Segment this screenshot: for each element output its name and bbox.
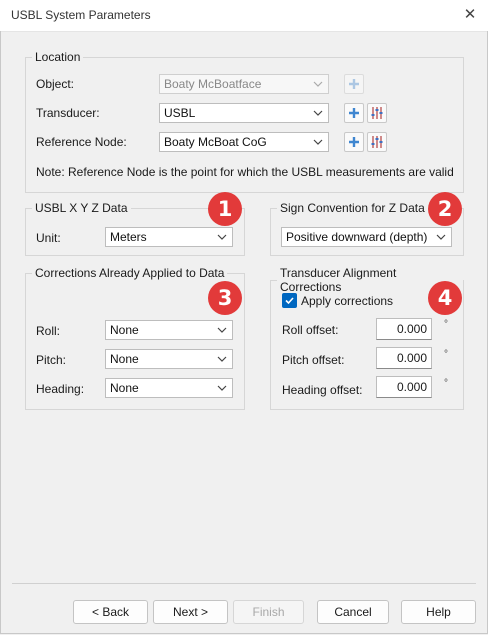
step-badge-1: 1	[208, 192, 242, 226]
heading-select[interactable]: None	[105, 378, 233, 398]
chevron-down-icon	[436, 234, 446, 240]
pitch-label: Pitch:	[36, 353, 67, 367]
back-button[interactable]: < Back	[73, 600, 148, 624]
sign-convention-value: Positive downward (depth)	[286, 230, 428, 244]
location-legend: Location	[35, 50, 81, 64]
footer-divider	[12, 583, 476, 584]
pitch-select-value: None	[110, 352, 139, 366]
object-select[interactable]: Boaty McBoatface	[159, 74, 329, 94]
heading-offset-label: Heading offset:	[282, 383, 363, 397]
step-badge-2: 2	[428, 192, 462, 226]
reference-note: Note: Reference Node is the point for wh…	[36, 165, 454, 179]
sliders-icon	[371, 136, 383, 148]
reference-node-settings-button[interactable]	[367, 132, 387, 152]
object-label: Object:	[36, 77, 75, 91]
unit-select-value: Meters	[110, 230, 147, 244]
title-bar: USBL System Parameters ✕	[0, 0, 488, 32]
heading-offset-input[interactable]: 0.000	[376, 376, 432, 398]
corrections-applied-legend: Corrections Already Applied to Data	[35, 266, 225, 280]
window-title: USBL System Parameters	[11, 8, 151, 22]
roll-offset-label: Roll offset:	[282, 323, 339, 337]
reference-node-select[interactable]: Boaty McBoat CoG	[159, 132, 329, 152]
reference-node-label: Reference Node:	[36, 135, 127, 149]
step-badge-3: 3	[208, 281, 242, 315]
apply-corrections-label[interactable]: Apply corrections	[301, 294, 393, 308]
next-button[interactable]: Next >	[153, 600, 228, 624]
roll-offset-unit: °	[444, 319, 448, 330]
chevron-down-icon	[217, 327, 227, 333]
step-badge-4: 4	[428, 281, 462, 315]
transducer-select-value: USBL	[164, 106, 196, 120]
pitch-offset-label: Pitch offset:	[282, 353, 345, 367]
help-button[interactable]: Help	[401, 600, 476, 624]
chevron-down-icon	[217, 385, 227, 391]
apply-corrections-checkbox[interactable]	[282, 293, 297, 308]
sign-convention-legend: Sign Convention for Z Data	[280, 201, 425, 215]
roll-label: Roll:	[36, 324, 61, 338]
checkmark-icon	[285, 297, 294, 305]
plus-icon	[349, 79, 359, 89]
unit-select[interactable]: Meters	[105, 227, 233, 247]
transducer-label: Transducer:	[36, 106, 100, 120]
chevron-down-icon	[217, 234, 227, 240]
plus-icon	[349, 137, 359, 147]
add-transducer-button[interactable]	[344, 103, 364, 123]
heading-offset-unit: °	[444, 378, 448, 389]
add-object-button[interactable]	[344, 74, 364, 94]
object-select-value: Boaty McBoatface	[164, 77, 262, 91]
xyz-data-legend: USBL X Y Z Data	[35, 201, 128, 215]
transducer-select[interactable]: USBL	[159, 103, 329, 123]
roll-select[interactable]: None	[105, 320, 233, 340]
pitch-offset-input[interactable]: 0.000	[376, 347, 432, 369]
unit-label: Unit:	[36, 231, 61, 245]
sign-convention-select[interactable]: Positive downward (depth)	[281, 227, 452, 247]
sliders-icon	[371, 107, 383, 119]
close-icon[interactable]: ✕	[461, 6, 479, 24]
cancel-button[interactable]: Cancel	[317, 600, 389, 624]
chevron-down-icon	[313, 81, 323, 87]
heading-label: Heading:	[36, 382, 85, 396]
transducer-settings-button[interactable]	[367, 103, 387, 123]
roll-offset-input[interactable]: 0.000	[376, 318, 432, 340]
pitch-select[interactable]: None	[105, 349, 233, 369]
plus-icon	[349, 108, 359, 118]
roll-select-value: None	[110, 323, 139, 337]
reference-node-select-value: Boaty McBoat CoG	[164, 135, 267, 149]
heading-select-value: None	[110, 381, 139, 395]
pitch-offset-unit: °	[444, 349, 448, 360]
chevron-down-icon	[217, 356, 227, 362]
chevron-down-icon	[313, 139, 323, 145]
add-reference-node-button[interactable]	[344, 132, 364, 152]
finish-button[interactable]: Finish	[233, 600, 304, 624]
chevron-down-icon	[313, 110, 323, 116]
